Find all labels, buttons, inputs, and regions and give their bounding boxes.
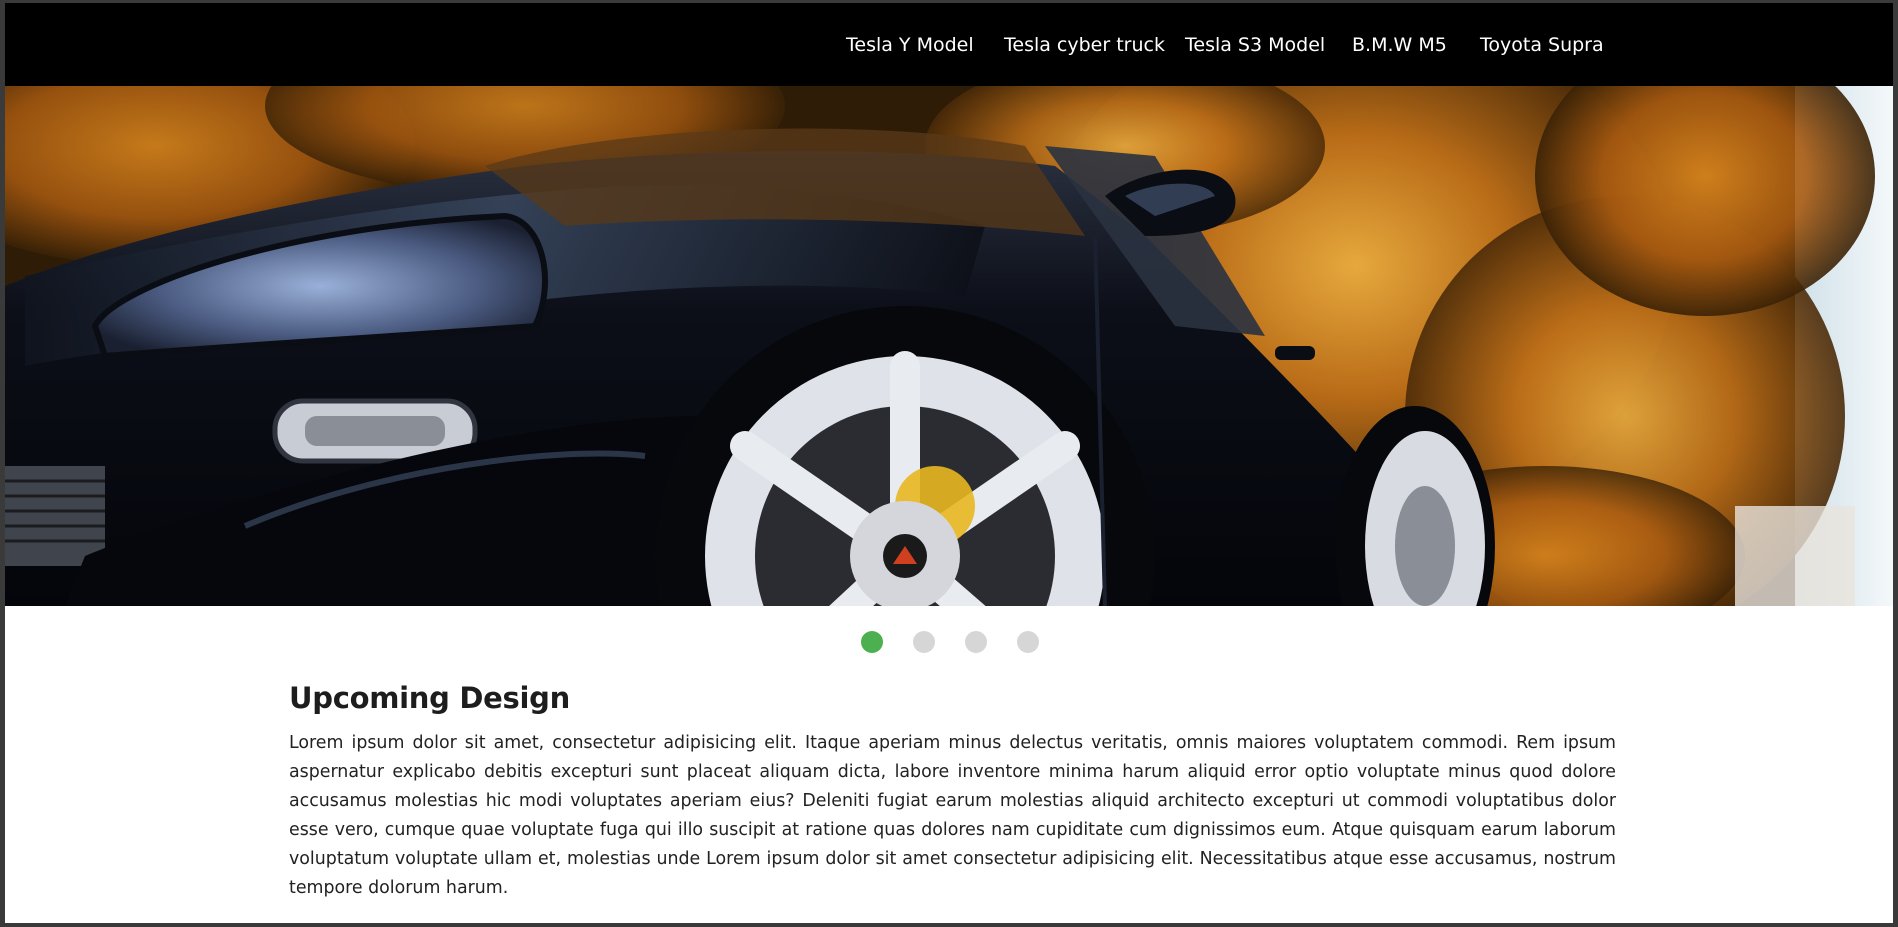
carousel-dot-1[interactable]	[861, 631, 883, 653]
browser-viewport: Tesla Y Model Tesla cyber truck Tesla S3…	[5, 3, 1893, 923]
upcoming-design-section: Upcoming Design Lorem ipsum dolor sit am…	[289, 681, 1616, 903]
carousel-dot-2[interactable]	[913, 631, 935, 653]
top-navbar: Tesla Y Model Tesla cyber truck Tesla S3…	[5, 3, 1893, 86]
carousel-indicators	[5, 631, 1893, 655]
nav-link-tesla-s3-model[interactable]: Tesla S3 Model	[1185, 31, 1325, 59]
nav-link-toyota-supra[interactable]: Toyota Supra	[1480, 31, 1604, 59]
carousel-dot-3[interactable]	[965, 631, 987, 653]
hero-car-image	[5, 86, 1893, 606]
nav-menu: Tesla Y Model Tesla cyber truck Tesla S3…	[5, 3, 1893, 86]
nav-link-bmw-m5[interactable]: B.M.W M5	[1352, 31, 1447, 59]
nav-link-tesla-y-model[interactable]: Tesla Y Model	[846, 31, 974, 59]
section-body: Lorem ipsum dolor sit amet, consectetur …	[289, 733, 1616, 898]
section-title: Upcoming Design	[289, 681, 570, 715]
carousel-dot-4[interactable]	[1017, 631, 1039, 653]
hero-carousel-slide	[5, 86, 1893, 606]
nav-link-tesla-cyber-truck[interactable]: Tesla cyber truck	[1004, 31, 1165, 59]
